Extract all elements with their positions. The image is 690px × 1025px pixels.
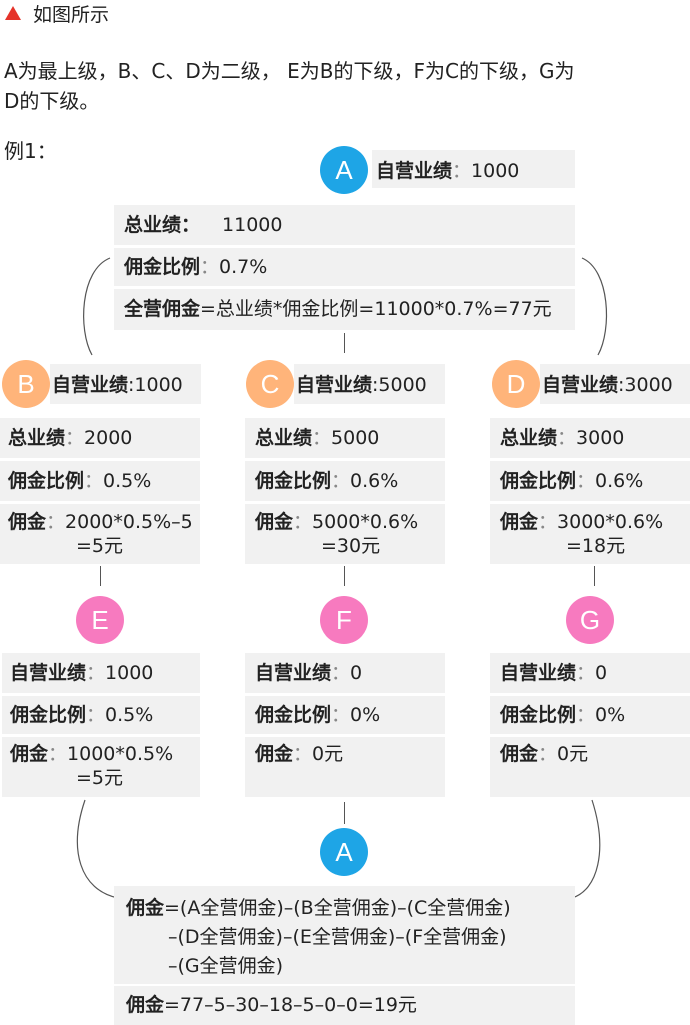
g-commission-ratio: 佣金比例：0% [490,696,690,734]
connector-a-d [581,257,608,356]
e-commission: 佣金：1000*0.5% =5元 [2,737,200,797]
c-commission: 佣金：5000*0.6% =30元 [245,504,445,564]
top-formula-label: 全营佣金 [124,298,201,320]
d-commission: 佣金：3000*0.6% =18元 [490,504,690,564]
b-commission: 佣金：2000*0.5%–5 =5元 [0,504,200,564]
node-e: E [76,596,124,644]
d-self-performance: 自营业绩:3000 [540,364,690,404]
e-self-performance: 自营业绩：1000 [2,653,200,693]
top-ratio-value: 0.7% [219,256,268,278]
d-commission-ratio: 佣金比例：0.6% [490,461,690,501]
node-f: F [320,596,368,644]
top-total-performance: 总业绩： 11000 [114,205,575,245]
connector-a-b [83,257,111,356]
top-commission-formula: 全营佣金=总业绩*佣金比例=11000*0.7%=77元 [114,289,575,330]
node-a-bottom: A [320,828,368,876]
top-self-label: 自营业绩 [376,160,453,182]
top-total-value: 11000 [222,214,283,236]
connector-g-bottom [571,799,601,899]
node-g: G [566,596,614,644]
f-commission-ratio: 佣金比例：0% [245,696,445,734]
top-total-label: 总业绩： [124,214,201,236]
b-total-performance: 总业绩：2000 [0,418,200,458]
connector-e-bottom [76,799,119,899]
connector-c-f [344,566,345,586]
bottom-commission-result: 佣金=77–5–30–18–5–0–0=19元 [114,986,575,1025]
node-b: B [2,360,50,408]
bottom-commission-formula: 佣金=(A全营佣金)–(B全营佣金)–(C全营佣金) –(D全营佣金)–(E全营… [114,886,575,984]
connector-d-g [594,566,595,586]
c-self-performance: 自营业绩:5000 [294,364,445,404]
connector-a-c [344,333,345,353]
d-total-performance: 总业绩：3000 [490,418,690,458]
b-commission-ratio: 佣金比例：0.5% [0,461,200,501]
top-self-value: 1000 [471,160,520,182]
connector-b-e [100,566,101,586]
node-c: C [246,360,294,408]
f-self-performance: 自营业绩：0 [245,653,445,693]
c-total-performance: 总业绩：5000 [245,418,445,458]
top-ratio-label: 佣金比例 [124,256,201,278]
g-self-performance: 自营业绩：0 [490,653,690,693]
top-commission-ratio: 佣金比例：0.7% [114,248,575,286]
node-a-top: A [320,146,368,194]
node-d: D [492,360,540,408]
top-formula-value: =总业绩*佣金比例=11000*0.7%=77元 [200,298,552,320]
top-self-performance: 自营业绩：1000 [372,150,575,188]
f-commission: 佣金：0元 [245,737,445,797]
e-commission-ratio: 佣金比例：0.5% [2,696,200,734]
b-self-performance: 自营业绩:1000 [50,364,201,404]
c-commission-ratio: 佣金比例：0.6% [245,461,445,501]
g-commission: 佣金：0元 [490,737,690,797]
connector-f-bottom [344,802,345,824]
